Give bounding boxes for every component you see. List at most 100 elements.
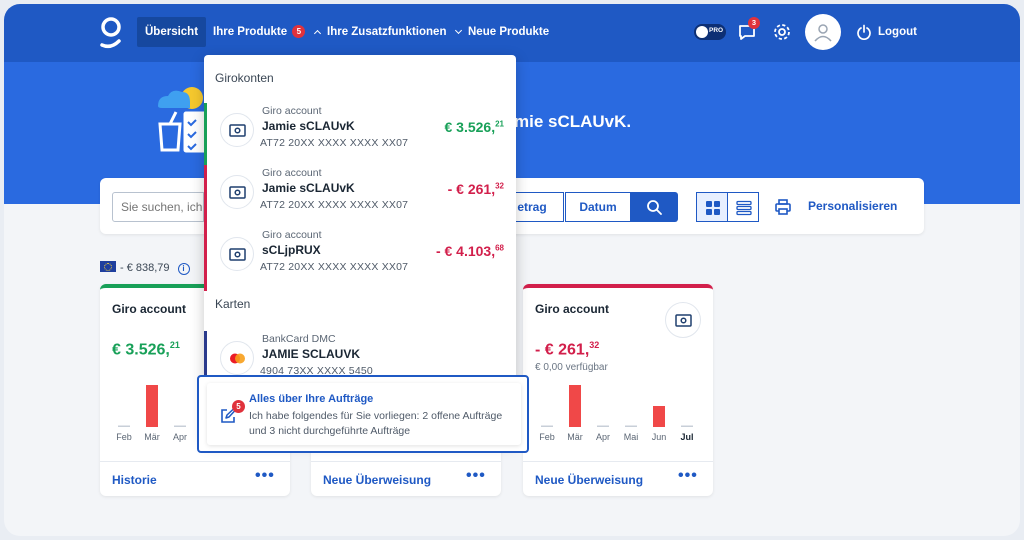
account-item[interactable]: Giro account sCLjpRUX AT72 20XX XXXX XXXX …: [204, 227, 516, 291]
eu-flag-icon: [100, 261, 116, 272]
card-title: Giro account: [112, 302, 187, 316]
section-title-giro: Girokonten: [215, 71, 274, 85]
chart-tick-label: Jun: [652, 432, 667, 442]
account-item[interactable]: Giro account Jamie sCLAUvK AT72 20XX XXXX …: [204, 165, 516, 229]
mastercard-logo-icon: [230, 353, 245, 364]
grid-icon: [706, 201, 720, 215]
more-options-icon[interactable]: •••: [466, 467, 486, 485]
mastercard-icon: [220, 341, 254, 375]
account-color-bar: [204, 165, 207, 229]
nav-products-label: Ihre Produkte: [213, 26, 288, 38]
info-icon[interactable]: i: [177, 263, 190, 275]
settings-button[interactable]: [771, 21, 793, 43]
search-icon: [647, 200, 662, 215]
more-options-icon[interactable]: •••: [678, 467, 698, 485]
account-iban: AT72 20XX XXXX XXXX XX07: [260, 199, 409, 211]
personalize-link[interactable]: Personalisieren: [808, 199, 897, 213]
account-icon: [220, 175, 254, 209]
user-avatar[interactable]: [805, 14, 841, 50]
orders-description: Ich habe folgendes für Sie vorliegen: 2 …: [249, 410, 503, 437]
account-item[interactable]: Giro account Jamie sCLAUvK AT72 20XX XXXX …: [204, 103, 516, 167]
chart-tick-label: Mär: [144, 432, 160, 442]
new-transfer-link[interactable]: Neue Überweisung: [535, 473, 643, 487]
grid-view-button[interactable]: [696, 192, 728, 222]
card-holder: JAMIE SCLAUVK: [262, 347, 361, 361]
nav-overview[interactable]: Übersicht: [137, 17, 207, 47]
account-icon: [220, 113, 254, 147]
search-input[interactable]: [112, 192, 204, 222]
total-balance-value: - € 838,79: [120, 262, 170, 274]
power-icon: [857, 24, 871, 40]
card-account-icon: [665, 302, 701, 338]
account-holder: Jamie sCLAUvK: [262, 181, 355, 195]
total-balance: - € 838,79 i: [100, 261, 190, 275]
pro-label: PRO: [709, 27, 724, 34]
orders-highlight[interactable]: 5 Alles über Ihre Aufträge Ich habe folg…: [197, 375, 529, 453]
app-frame: Übersicht Ihre Produkte 5 Ihre Zusatzfun…: [4, 4, 1020, 536]
products-count-badge: 5: [292, 25, 306, 38]
banknote-icon: [229, 248, 246, 261]
chart-tick-label: Mai: [624, 432, 639, 442]
section-title-cards: Karten: [215, 297, 251, 311]
sort-date-button[interactable]: Datum: [565, 192, 631, 222]
chart-bar-Mai: [625, 425, 637, 427]
account-card-3[interactable]: Giro account - € 261,32 € 0,00 verfügbar…: [523, 284, 713, 496]
new-transfer-link[interactable]: Neue Überweisung: [323, 473, 431, 487]
search-button[interactable]: [630, 192, 678, 222]
chart-bar-Feb: [541, 425, 553, 427]
account-balance: - € 4.103,68: [435, 243, 504, 259]
account-color-bar: [204, 103, 207, 167]
card-title: Giro account: [535, 302, 610, 316]
more-options-icon[interactable]: •••: [255, 467, 275, 485]
logout-label: Logout: [878, 26, 917, 38]
toggle-knob: [696, 26, 708, 38]
account-type: Giro account: [262, 167, 322, 179]
account-iban: AT72 20XX XXXX XXXX XX07: [260, 137, 409, 149]
card-balance: - € 261,32: [535, 340, 600, 359]
account-type: Giro account: [262, 105, 322, 117]
orders-title: Alles über Ihre Aufträge: [249, 393, 374, 405]
nav-products[interactable]: Ihre Produkte 5: [205, 17, 328, 47]
messages-button[interactable]: 3: [736, 17, 760, 43]
account-iban: AT72 20XX XXXX XXXX XX07: [260, 261, 409, 273]
messages-count-badge: 3: [748, 17, 760, 29]
chart-tick-label: Feb: [116, 432, 132, 442]
chart-tick-label: Mär: [567, 432, 583, 442]
chart-bar-Mär: [569, 385, 581, 427]
chart-bar-Jul: [681, 425, 693, 427]
nav-extras[interactable]: Ihre Zusatzfunktionen: [319, 17, 469, 47]
orders-notice[interactable]: 5 Alles über Ihre Aufträge Ich habe folg…: [207, 383, 521, 445]
account-color-bar: [204, 227, 207, 291]
history-link[interactable]: Historie: [112, 473, 157, 487]
chart-bar-Jun: [653, 406, 665, 427]
user-icon: [814, 24, 832, 42]
chart-bar-Feb: [118, 425, 130, 427]
chart-tick-label: Feb: [539, 432, 555, 442]
print-icon[interactable]: [774, 198, 792, 216]
pro-mode-toggle[interactable]: PRO: [694, 24, 726, 40]
nav-new-products[interactable]: Neue Produkte: [460, 17, 557, 47]
account-icon: [220, 237, 254, 271]
gear-icon: [774, 24, 790, 40]
greeting-text: mie sCLAUvK.: [514, 112, 632, 131]
nav-extras-label: Ihre Zusatzfunktionen: [327, 26, 447, 38]
logout-button[interactable]: Logout: [856, 23, 917, 41]
orders-count-badge: 5: [232, 400, 245, 413]
top-navigation: Übersicht Ihre Produkte 5 Ihre Zusatzfun…: [4, 4, 1020, 62]
chart-bar-Mär: [146, 385, 158, 427]
list-view-button[interactable]: [727, 192, 759, 222]
card-type: BankCard DMC: [262, 333, 336, 345]
account-holder: Jamie sCLAUvK: [262, 119, 355, 133]
banknote-icon: [675, 314, 692, 327]
brand-logo-icon[interactable]: [98, 15, 124, 49]
chart-tick-label: Apr: [596, 432, 610, 442]
card-footer: Historie •••: [100, 461, 290, 496]
chart-tick-label: Apr: [173, 432, 187, 442]
card-footer: Neue Überweisung •••: [523, 461, 713, 496]
chart-bar-Apr: [597, 425, 609, 427]
card-balance: € 3.526,21: [112, 340, 180, 359]
banknote-icon: [229, 186, 246, 199]
chart-bar-Apr: [174, 425, 186, 427]
chart-tick-label: Jul: [680, 432, 693, 442]
account-balance: € 3.526,21: [444, 119, 504, 135]
